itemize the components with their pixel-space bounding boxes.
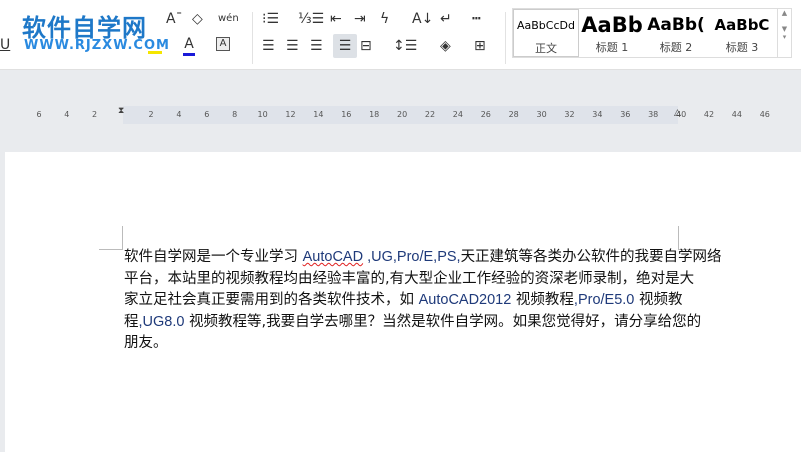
justify-icon[interactable]: ☰	[333, 34, 357, 58]
text-run: 天正建筑等各类办公软件的我要自学网络	[460, 249, 722, 265]
char-border-icon[interactable]: A	[216, 37, 230, 51]
ruler-tick: 18	[369, 110, 380, 119]
text-run: 家立足社会真正要需用到的各类软件技术，如	[124, 292, 419, 308]
ruler-tick: 22	[424, 110, 436, 119]
latin-text: AutoCAD2012	[418, 292, 512, 308]
show-marks-icon[interactable]: ↵	[440, 10, 452, 28]
ruler-tick: 20	[397, 110, 408, 119]
style-heading-3[interactable]: AaBbC 标题 3	[709, 9, 775, 57]
ribbon-toolbar: Aˉ ◇ wén U A A 软件自学网 WWW.RJZXW.COM ⁝☰ ⅓☰…	[0, 0, 801, 70]
text-run: 朋友。	[124, 335, 168, 351]
text-line: 朋友。	[124, 333, 684, 355]
ruler-tick: 44	[731, 110, 742, 119]
text-run: 视频教程等,我要自学去哪里？当然是软件自学网。如果您觉得好，请分享给您的	[184, 313, 702, 330]
tabs-ruler-icon[interactable]: ┅	[472, 10, 480, 28]
latin-text: ,UG,Pro/E,PS,	[363, 249, 461, 265]
ruler-tick: 4	[176, 110, 182, 119]
ruler-tick: 30	[536, 110, 547, 119]
sort-icon[interactable]: A↓	[412, 10, 433, 28]
line-spacing-icon[interactable]: ↕☰	[393, 37, 417, 55]
ruler-tick: 12	[285, 110, 296, 119]
chinese-layout-icon[interactable]: ϟ	[380, 10, 389, 28]
ruler-tick: 16	[341, 110, 352, 119]
text-line: 平台，本站里的视频教程均由经验丰富的,有大型企业工作经验的资深老师录制，绝对是大	[124, 269, 694, 291]
style-gallery-scroll[interactable]: ▲ ▼ ▾	[777, 9, 791, 57]
style-heading-1[interactable]: AaBb 标题 1	[581, 9, 643, 57]
ruler-tick: 10	[257, 110, 268, 119]
ruler-tick: 4	[64, 110, 70, 119]
borders-icon[interactable]: ⊞	[474, 37, 486, 55]
increase-indent-icon[interactable]: ⇥	[354, 10, 366, 28]
ruler-tick: 24	[452, 110, 463, 119]
ruler-tick: 36	[620, 110, 631, 119]
bullet-list-icon[interactable]: ⁝☰	[262, 10, 279, 28]
text-run: 平台，本站里的视频教程均由经验丰富的,有大型企业工作经验的资深老师录制，绝对是大	[124, 270, 695, 287]
latin-text: ,Pro/E5.0	[573, 292, 635, 308]
ruler-tick: 2	[148, 110, 154, 119]
shrink-font-icon[interactable]: Aˉ	[166, 10, 183, 28]
text-run: 软件自学网是一个专业学习	[124, 249, 303, 265]
underline-icon[interactable]: U	[0, 36, 10, 54]
align-center-icon[interactable]: ☰	[286, 37, 299, 55]
shading-icon[interactable]: ◈	[440, 37, 451, 55]
ruler-tick: 26	[480, 110, 491, 119]
font-color-icon[interactable]: A	[183, 35, 195, 56]
ruler-tick: 2	[92, 110, 98, 119]
ruler-tick: 32	[564, 110, 575, 119]
distributed-icon[interactable]: ⊟	[360, 37, 372, 55]
ruler-tick: 34	[592, 110, 603, 119]
document-body[interactable]: 软件自学网是一个专业学习 AutoCAD ,UG,Pro/E,PS,天正建筑等各…	[124, 247, 722, 355]
ruler-tick: 6	[204, 110, 210, 119]
ruler-tick: 14	[313, 110, 324, 119]
ruler-tick: 6	[36, 110, 42, 119]
phonetic-guide-icon[interactable]: wén	[218, 10, 239, 28]
align-right-icon[interactable]: ☰	[310, 37, 323, 55]
right-indent-marker-icon[interactable]: △	[674, 108, 681, 118]
style-normal[interactable]: AaBbCcDd 正文	[513, 9, 579, 57]
text-run: 视频教程	[511, 292, 574, 308]
ruler-tick: 8	[232, 110, 238, 119]
text-line: 软件自学网是一个专业学习 AutoCAD ,UG,Pro/E,PS,天正建筑等各…	[124, 247, 722, 269]
ruler-tick: 38	[648, 110, 659, 119]
decrease-indent-icon[interactable]: ⇤	[330, 10, 342, 28]
ruler-tick: 28	[508, 110, 519, 119]
text-line: 程,UG8.0 视频教程等,我要自学去哪里？当然是软件自学网。如果您觉得好，请分…	[124, 312, 701, 334]
latin-text: AutoCAD	[302, 249, 364, 265]
latin-text: ,UG8.0	[138, 313, 185, 330]
clear-format-icon[interactable]: ◇	[192, 10, 203, 28]
watermark-url: WWW.RJZXW.COM	[24, 38, 170, 53]
align-left-icon[interactable]: ☰	[262, 37, 275, 55]
ruler-tick: 46	[759, 110, 770, 119]
style-heading-2[interactable]: AaBb(标题 2	[645, 9, 707, 57]
numbered-list-icon[interactable]: ⅓☰	[298, 10, 324, 28]
text-line: 家立足社会真正要需用到的各类软件技术，如 AutoCAD2012 视频教程,Pr…	[124, 290, 684, 312]
indent-marker-icon[interactable]: ⧗	[118, 106, 128, 124]
style-gallery: AaBbCcDd 正文 AaBb 标题 1 AaBb(标题 2 AaBbC 标题 3 …	[512, 8, 792, 58]
text-run: 程	[124, 313, 139, 330]
text-run: 视频教	[634, 292, 683, 308]
horizontal-ruler[interactable]: 6 4 2 2 4 6 8 10 12 14 16 18 20 22 24 26 28 30 32 34 36 38 40 4…	[0, 106, 801, 124]
ruler-tick: 42	[703, 110, 715, 119]
